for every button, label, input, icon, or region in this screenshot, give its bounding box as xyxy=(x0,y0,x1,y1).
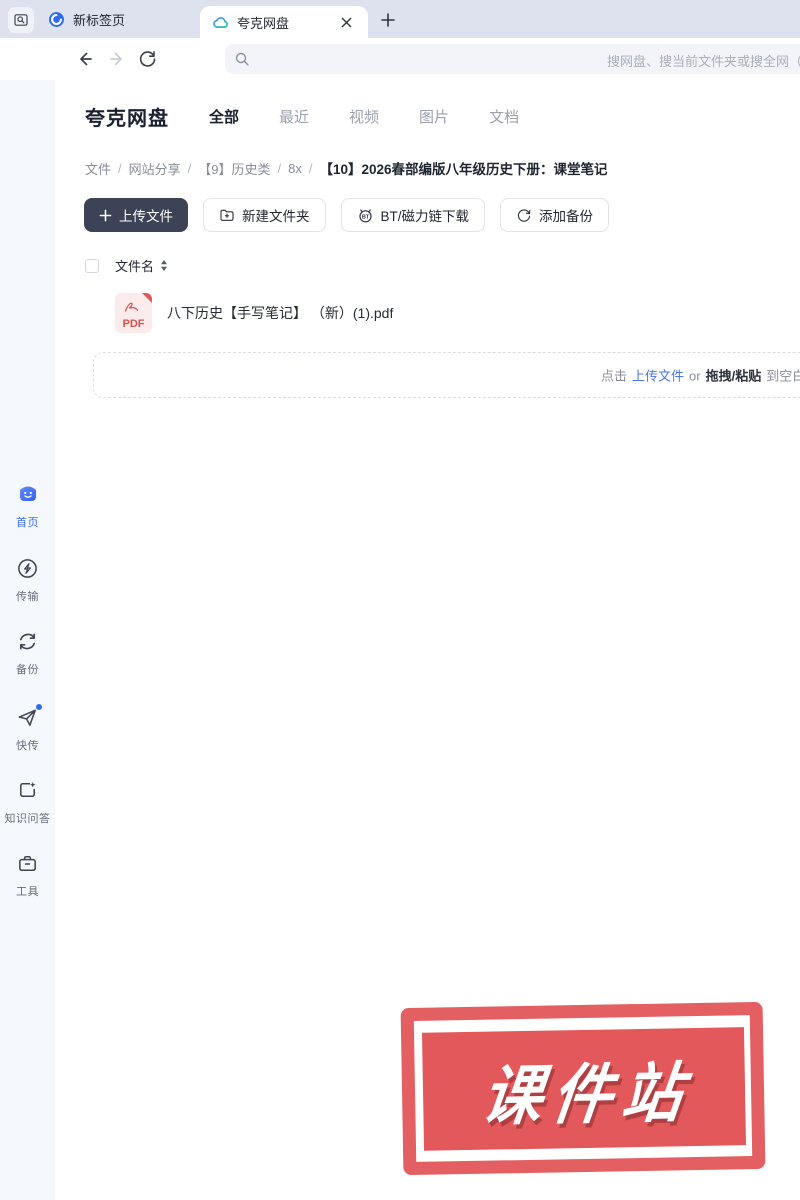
refresh-button[interactable] xyxy=(138,50,157,69)
sidebar-item-quick-transfer[interactable]: 快传 xyxy=(0,704,55,753)
quark-browser-icon xyxy=(48,11,65,28)
new-tab-button[interactable] xyxy=(378,10,398,30)
sort-icon[interactable] xyxy=(160,259,168,272)
sidebar-item-knowledge-qa[interactable]: 知识问答 xyxy=(0,779,55,826)
tab-document[interactable]: 文档 xyxy=(489,106,519,127)
paper-plane-icon xyxy=(16,704,42,730)
dropzone-drag-label: 拖拽/粘贴 xyxy=(705,368,762,384)
new-folder-button[interactable]: 新建文件夹 xyxy=(203,198,326,232)
backup-sync-icon xyxy=(517,209,531,222)
pdf-icon-fold xyxy=(142,293,152,303)
filter-tabs: 全部 最近 视频 图片 文档 xyxy=(209,106,519,127)
sidebar-item-label: 知识问答 xyxy=(4,813,51,825)
sidebar-item-label: 快传 xyxy=(16,740,39,752)
sidebar-item-tools[interactable]: 工具 xyxy=(0,852,55,899)
forward-button[interactable] xyxy=(107,49,127,69)
dropzone-upload-link[interactable]: 上传文件 xyxy=(632,369,684,384)
breadcrumb-item[interactable]: 网站分享 xyxy=(129,159,181,178)
back-button[interactable] xyxy=(75,49,95,69)
filename-column-header[interactable]: 文件名 xyxy=(115,256,154,275)
quark-drive-logo-icon xyxy=(212,14,229,31)
watermark-stamp: 课件站 xyxy=(400,1001,766,1176)
add-backup-button[interactable]: 添加备份 xyxy=(500,198,610,232)
breadcrumb-separator: / xyxy=(277,160,282,176)
sync-icon xyxy=(16,630,39,654)
dropzone-hint: 点击上传文件 or拖拽/粘贴到空白处 xyxy=(601,366,800,385)
search-placeholder: 搜网盘、搜当前文件夹或搜全网（Ctrl + xyxy=(607,54,800,69)
bt-download-icon: BT xyxy=(358,208,372,222)
plus-icon xyxy=(99,209,112,221)
browser-tab-quark-drive[interactable]: 夸克网盘 xyxy=(200,6,368,38)
page-title: 夸克网盘 xyxy=(85,108,169,130)
pdf-acrobat-glyph xyxy=(124,299,139,317)
breadcrumb-separator: / xyxy=(308,160,313,176)
breadcrumb-item[interactable]: 【9】历史类 xyxy=(198,159,270,178)
close-icon[interactable] xyxy=(338,14,354,30)
tab-image[interactable]: 图片 xyxy=(419,106,449,127)
file-row[interactable]: PDF 八下历史【手写笔记】 （新）(1).pdf xyxy=(85,290,785,336)
browser-tab-bar: 新标签页 夸克网盘 xyxy=(0,0,800,38)
dropzone-hint-prefix: 点击 xyxy=(601,368,628,384)
action-buttons: 上传文件 新建文件夹 BT BT/磁力链下载 添加备份 xyxy=(84,198,610,232)
tab-search-icon xyxy=(14,14,28,26)
sidebar-item-home[interactable]: 首页 xyxy=(0,482,55,530)
svg-text:BT: BT xyxy=(361,214,369,220)
search-input[interactable]: 搜网盘、搜当前文件夹或搜全网（Ctrl + xyxy=(225,44,800,74)
breadcrumb: 文件 / 网站分享 / 【9】历史类 / 8x / 【10】2026春部编版八年… xyxy=(85,158,608,178)
bt-magnet-download-button[interactable]: BT BT/磁力链下载 xyxy=(340,198,486,232)
tab-search-button[interactable] xyxy=(8,7,34,33)
tab-video[interactable]: 视频 xyxy=(349,106,379,127)
sidebar-item-backup[interactable]: 备份 xyxy=(0,630,55,677)
app-header: 夸克网盘 全部 最近 视频 图片 文档 xyxy=(85,102,519,131)
pdf-file-icon: PDF xyxy=(115,293,152,333)
breadcrumb-separator: / xyxy=(118,160,122,176)
file-name: 八下历史【手写笔记】 （新）(1).pdf xyxy=(167,305,394,321)
browser-tab-newtab[interactable]: 新标签页 xyxy=(40,0,190,38)
dropzone-hint-or: or xyxy=(689,368,701,384)
pdf-badge: PDF xyxy=(122,318,145,330)
home-icon xyxy=(16,482,40,506)
stamp-fill: 课件站 xyxy=(422,1027,747,1151)
breadcrumb-separator: / xyxy=(187,160,192,176)
sidebar-item-label: 传输 xyxy=(16,591,39,603)
select-all-checkbox[interactable] xyxy=(85,258,99,273)
sidebar-item-label: 备份 xyxy=(16,664,39,676)
knowledge-icon xyxy=(16,779,39,803)
dropzone-hint-suffix: 到空白处 xyxy=(766,368,800,384)
breadcrumb-item[interactable]: 8x xyxy=(288,161,302,176)
watermark-text: 课件站 xyxy=(477,1056,697,1133)
breadcrumb-current: 【10】2026春部编版八年级历史下册：课堂笔记 xyxy=(319,162,608,177)
sidebar-item-label: 工具 xyxy=(16,886,39,898)
sidebar-item-transfer[interactable]: 传输 xyxy=(0,557,55,604)
tab-all[interactable]: 全部 xyxy=(209,106,239,127)
sidebar-item-label: 首页 xyxy=(16,517,39,529)
toolbox-icon xyxy=(16,852,39,876)
upload-dropzone[interactable]: 点击上传文件 or拖拽/粘贴到空白处 xyxy=(93,352,800,398)
tab-label: 夸克网盘 xyxy=(237,15,290,31)
transfer-icon xyxy=(16,557,39,581)
browser-window: 新标签页 夸克网盘 搜网盘、搜当前文件夹或搜全网 首页 传输 备份 快传 知识问… xyxy=(0,0,800,1200)
file-list-header: 文件名 xyxy=(85,256,168,275)
browser-toolbar: 搜网盘、搜当前文件夹或搜全网（Ctrl + xyxy=(0,38,800,80)
upload-file-button[interactable]: 上传文件 xyxy=(84,198,188,232)
tab-recent[interactable]: 最近 xyxy=(279,106,309,127)
tab-label: 新标签页 xyxy=(73,12,126,28)
search-icon xyxy=(234,51,250,72)
notification-dot xyxy=(36,704,42,710)
sidebar: 首页 传输 备份 快传 知识问答 工具 xyxy=(0,80,55,1200)
breadcrumb-item[interactable]: 文件 xyxy=(85,159,111,178)
folder-plus-icon xyxy=(220,209,234,221)
plus-icon xyxy=(381,13,395,27)
